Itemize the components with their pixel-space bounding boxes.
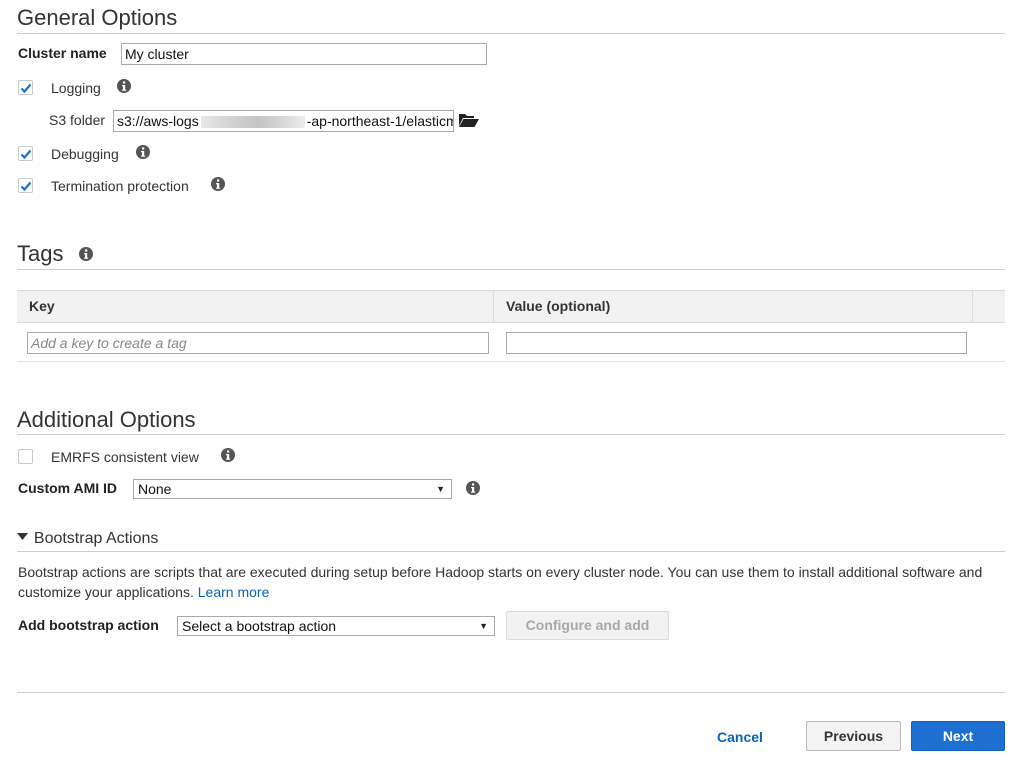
- info-icon[interactable]: [117, 79, 131, 93]
- additional-options-divider: [17, 434, 1005, 435]
- bootstrap-action-value: Select a bootstrap action: [182, 618, 337, 634]
- learn-more-link[interactable]: Learn more: [198, 584, 270, 600]
- s3-folder-redacted: [200, 116, 305, 129]
- bootstrap-action-select[interactable]: Select a bootstrap action ▼: [177, 616, 495, 636]
- s3-folder-suffix: -ap-northeast-1/elasticma: [306, 113, 454, 129]
- s3-folder-prefix: s3://aws-logs: [117, 113, 199, 129]
- s3-folder-label: S3 folder: [49, 112, 106, 128]
- value-column-header: Value (optional): [506, 298, 611, 314]
- cluster-name-input[interactable]: My cluster: [121, 43, 487, 65]
- column-separator: [493, 291, 494, 322]
- info-icon[interactable]: [79, 247, 93, 261]
- bootstrap-description-text: Bootstrap actions are scripts that are e…: [18, 564, 983, 600]
- additional-options-title: Additional Options: [17, 407, 196, 432]
- logging-label: Logging: [51, 80, 101, 96]
- caret-down-icon: ▼: [436, 484, 445, 494]
- configure-and-add-button[interactable]: Configure and add: [506, 611, 669, 640]
- bootstrap-actions-title: Bootstrap Actions: [33, 530, 159, 547]
- tag-key-input[interactable]: Add a key to create a tag: [27, 332, 489, 354]
- bootstrap-actions-divider: [17, 551, 1005, 552]
- folder-open-icon[interactable]: [459, 112, 479, 127]
- custom-ami-select[interactable]: None ▼: [133, 479, 452, 499]
- tags-title: Tags: [17, 241, 64, 266]
- cluster-name-label: Cluster name: [18, 45, 107, 61]
- termination-protection-checkbox[interactable]: [18, 178, 33, 193]
- info-icon[interactable]: [221, 448, 235, 462]
- general-options-title: General Options: [17, 5, 178, 30]
- termination-protection-label: Termination protection: [51, 178, 189, 194]
- info-icon[interactable]: [466, 481, 480, 495]
- check-icon: [20, 148, 32, 160]
- info-icon[interactable]: [136, 145, 150, 159]
- cancel-link[interactable]: Cancel: [717, 729, 763, 745]
- info-icon[interactable]: [211, 177, 225, 191]
- tags-table-header: Key Value (optional): [17, 290, 1005, 323]
- check-icon: [20, 82, 32, 94]
- debugging-checkbox[interactable]: [18, 146, 33, 161]
- tags-divider: [17, 269, 1005, 270]
- key-column-header: Key: [29, 298, 55, 314]
- logging-checkbox[interactable]: [18, 80, 33, 95]
- footer-divider: [17, 692, 1005, 693]
- column-separator: [972, 291, 973, 322]
- general-options-divider: [17, 33, 1005, 34]
- bootstrap-actions-toggle[interactable]: Bootstrap Actions: [17, 530, 158, 548]
- check-icon: [20, 180, 32, 192]
- tags-table-bottom-border: [17, 361, 1005, 362]
- debugging-label: Debugging: [51, 146, 119, 162]
- previous-button[interactable]: Previous: [806, 721, 901, 751]
- add-bootstrap-action-label: Add bootstrap action: [18, 617, 159, 633]
- bootstrap-description: Bootstrap actions are scripts that are e…: [18, 562, 998, 602]
- next-button[interactable]: Next: [911, 721, 1005, 751]
- custom-ami-label: Custom AMI ID: [18, 480, 118, 496]
- triangle-down-icon: [17, 533, 28, 540]
- emrfs-checkbox[interactable]: [18, 449, 33, 464]
- caret-down-icon: ▼: [479, 621, 488, 631]
- tag-value-input[interactable]: [506, 332, 967, 354]
- s3-folder-input[interactable]: s3://aws-logs -ap-northeast-1/elasticma: [113, 110, 454, 132]
- custom-ami-value: None: [138, 481, 172, 497]
- emrfs-label: EMRFS consistent view: [51, 449, 199, 465]
